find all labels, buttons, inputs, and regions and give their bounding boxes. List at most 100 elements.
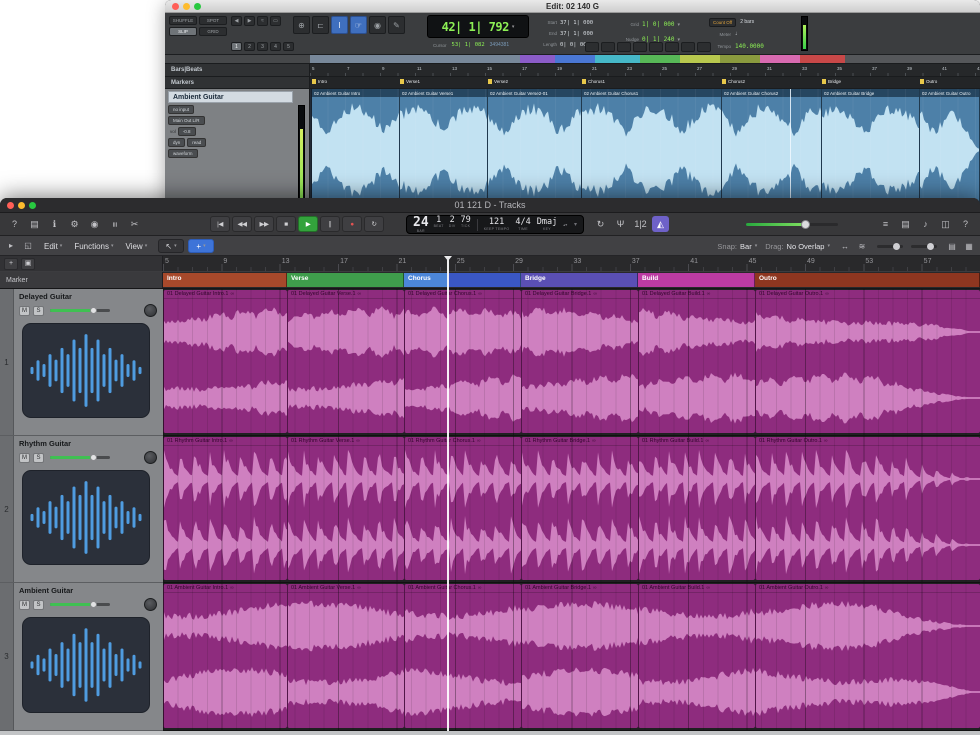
selector-tool[interactable]: I bbox=[331, 16, 348, 34]
track-read-button[interactable]: read bbox=[187, 138, 206, 147]
overview-segment[interactable] bbox=[640, 55, 680, 63]
zoom-preset-1[interactable]: 1 bbox=[231, 42, 242, 51]
track-view-selector[interactable]: waveform bbox=[168, 149, 198, 158]
zoom-button[interactable]: ▭ bbox=[270, 16, 281, 26]
pan-knob[interactable] bbox=[144, 451, 157, 464]
overview-segment[interactable] bbox=[845, 55, 980, 63]
track-dyn-button[interactable]: dyn bbox=[168, 138, 185, 147]
overview-segment[interactable] bbox=[595, 55, 640, 63]
arrangement-marker-build[interactable]: Build bbox=[638, 273, 755, 287]
zoom-button[interactable]: ◀ bbox=[231, 16, 242, 26]
mute-button[interactable]: M bbox=[19, 306, 30, 316]
ruler-label[interactable]: Bars|Beats bbox=[165, 64, 310, 76]
main-counter[interactable]: 42| 1| 792 ▾ bbox=[427, 15, 529, 38]
collapse-view-icon[interactable]: ▤ bbox=[945, 240, 959, 253]
audio-region[interactable]: 01 Ambient Guitar Build.1∞ bbox=[638, 584, 755, 728]
lcd-time-value[interactable]: 4/4 bbox=[515, 218, 530, 227]
waveform-zoom-icon[interactable]: ≋ bbox=[855, 240, 869, 253]
goto-begin-button[interactable]: |◀ bbox=[210, 216, 230, 232]
list-editors-icon[interactable]: ≡ bbox=[877, 216, 894, 232]
tuner-icon[interactable]: Ψ bbox=[612, 216, 629, 232]
record-button[interactable]: ● bbox=[342, 216, 362, 232]
arrangement-marker-intro[interactable]: Intro bbox=[163, 273, 287, 287]
audio-region[interactable]: 01 Ambient Guitar Chorus.1∞ bbox=[404, 584, 521, 728]
overview-segment[interactable] bbox=[165, 55, 310, 63]
cycle-mode-icon[interactable]: ↻ bbox=[592, 216, 609, 232]
editors-icon[interactable]: ✂ bbox=[126, 216, 143, 232]
edit-mode-grid[interactable]: GRID bbox=[199, 27, 227, 36]
grabber-tool[interactable]: ☞ bbox=[350, 16, 367, 34]
marker-track-header[interactable]: Marker bbox=[0, 272, 163, 288]
note-pads-icon[interactable]: ▤ bbox=[897, 216, 914, 232]
edit-mode-slip[interactable]: SLIP bbox=[169, 27, 197, 36]
toolbar-mini-button[interactable] bbox=[697, 42, 711, 52]
zoom-preset-4[interactable]: 4 bbox=[270, 42, 281, 51]
horizontal-scrollbar[interactable] bbox=[0, 731, 980, 735]
slider-thumb[interactable] bbox=[90, 601, 97, 608]
chevron-down-icon[interactable]: ▾ bbox=[678, 22, 681, 28]
markers-lane[interactable]: IntroVerse1Verse2Chorus1Chorus2BridgeOut… bbox=[310, 77, 980, 88]
tracks-area[interactable]: 01 Delayed Guitar Intro.1∞01 Delayed Gui… bbox=[163, 289, 980, 731]
stop-button[interactable]: ■ bbox=[276, 216, 296, 232]
settings-icon[interactable]: ⚙ bbox=[66, 216, 83, 232]
volume-slider[interactable] bbox=[50, 453, 110, 462]
slider-thumb[interactable] bbox=[90, 454, 97, 461]
track-header[interactable]: 3Ambient GuitarMS bbox=[0, 583, 163, 731]
zoom-vertical-slider[interactable] bbox=[911, 245, 937, 248]
apple-loops-icon[interactable]: ♪ bbox=[917, 216, 934, 232]
marker-chorus1[interactable]: Chorus1 bbox=[582, 79, 605, 84]
slider-thumb[interactable] bbox=[801, 220, 810, 229]
audio-region[interactable]: 01 Rhythm Guitar Outro.1∞ bbox=[755, 437, 980, 580]
bars-ruler[interactable]: 5791113151719212325272931333537394143 bbox=[310, 64, 980, 76]
overview-segment[interactable] bbox=[680, 55, 720, 63]
marker-bridge[interactable]: Bridge bbox=[822, 79, 841, 84]
menu-view[interactable]: View▾ bbox=[126, 242, 148, 251]
pointer-tool[interactable]: ↖▾ bbox=[158, 239, 184, 253]
marker-verse1[interactable]: Verse1 bbox=[400, 79, 420, 84]
selection-start-value[interactable]: 37| 1| 000 bbox=[560, 20, 593, 26]
grid-view-icon[interactable]: ▦ bbox=[962, 240, 976, 253]
volume-slider[interactable] bbox=[50, 306, 110, 315]
volume-value[interactable]: -0.8 bbox=[178, 127, 196, 136]
arrangement-marker-bridge[interactable]: Bridge bbox=[521, 273, 638, 287]
scrubber-tool[interactable]: ◉ bbox=[369, 16, 386, 34]
audio-region[interactable]: 01 Delayed Guitar Outro.1∞ bbox=[755, 290, 980, 433]
zoom-horizontal-slider[interactable] bbox=[877, 245, 903, 248]
link-icon[interactable]: ◱ bbox=[21, 239, 35, 252]
catch-playhead-icon[interactable]: ▸ bbox=[4, 239, 18, 252]
marker-intro[interactable]: Intro bbox=[312, 79, 327, 84]
rewind-button[interactable]: ◀◀ bbox=[232, 216, 252, 232]
protools-titlebar[interactable]: Edit: 02 140 G bbox=[165, 0, 980, 13]
audio-region[interactable]: 01 Delayed Guitar Chorus.1∞ bbox=[404, 290, 521, 433]
duplicate-track-button[interactable]: ▣ bbox=[21, 258, 35, 270]
audio-region[interactable]: 01 Ambient Guitar Intro.1∞ bbox=[163, 584, 287, 728]
arrangement-marker-outro[interactable]: Outro bbox=[755, 273, 980, 287]
key-stepper-icon[interactable]: ▴▾ bbox=[563, 223, 567, 227]
mixer-icon[interactable]: ≡ bbox=[106, 216, 123, 232]
timeline-overview[interactable] bbox=[165, 55, 980, 64]
audio-region[interactable]: 01 Rhythm Guitar Intro.1∞ bbox=[163, 437, 287, 580]
zoomer-tool[interactable]: ⊕ bbox=[293, 16, 310, 34]
solo-button[interactable]: S bbox=[33, 600, 44, 610]
zoom-preset-3[interactable]: 3 bbox=[257, 42, 268, 51]
solo-button[interactable]: S bbox=[33, 453, 44, 463]
overview-segment[interactable] bbox=[310, 55, 520, 63]
bar-ruler[interactable]: 59131721252933374145495357 bbox=[163, 256, 980, 271]
forward-button[interactable]: ▶▶ bbox=[254, 216, 274, 232]
audio-region[interactable]: 01 Delayed Guitar Verse.1∞ bbox=[287, 290, 404, 433]
audio-region[interactable]: 01 Delayed Guitar Bridge.1∞ bbox=[521, 290, 638, 433]
track-name[interactable]: Ambient Guitar bbox=[168, 91, 293, 103]
add-track-button[interactable]: + bbox=[4, 258, 18, 270]
play-button[interactable]: ▶ bbox=[298, 216, 318, 232]
overview-segment[interactable] bbox=[555, 55, 595, 63]
mute-button[interactable]: M bbox=[19, 453, 30, 463]
lcd-tempo-value[interactable]: 121 bbox=[489, 218, 504, 227]
overview-segment[interactable] bbox=[800, 55, 845, 63]
overview-segment[interactable] bbox=[520, 55, 555, 63]
control-bar-help-icon[interactable]: ? bbox=[957, 216, 974, 232]
menu-edit[interactable]: Edit▾ bbox=[44, 242, 62, 251]
toolbar-mini-button[interactable] bbox=[585, 42, 599, 52]
toolbar-mini-button[interactable] bbox=[633, 42, 647, 52]
audio-region[interactable]: 01 Delayed Guitar Build.1∞ bbox=[638, 290, 755, 433]
count-in-icon[interactable]: 1|2 bbox=[632, 216, 649, 232]
